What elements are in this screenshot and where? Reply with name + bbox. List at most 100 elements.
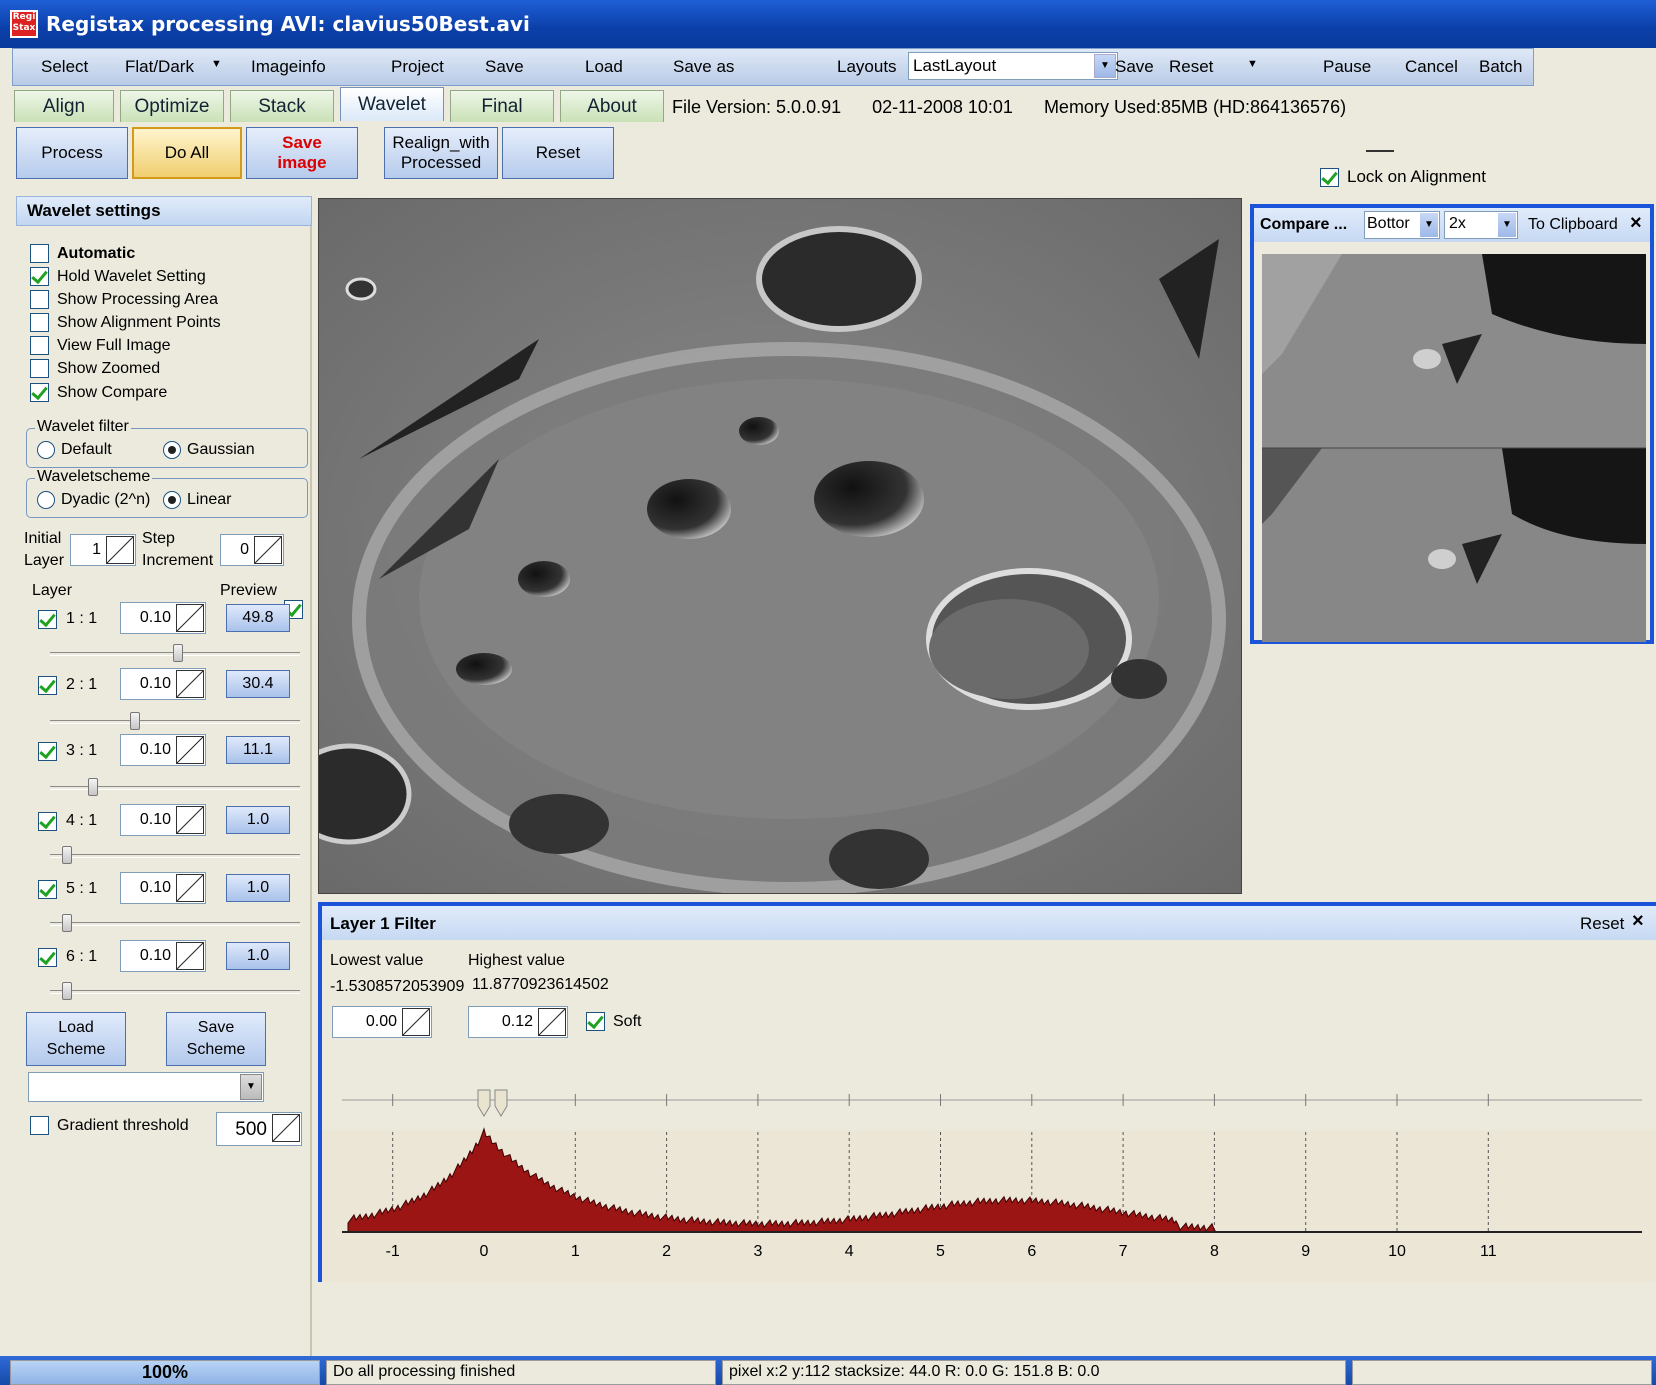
chevron-down-icon[interactable]: ▼ [1498, 213, 1516, 237]
save-image-button[interactable]: Save image [246, 127, 358, 179]
layer-3-slider[interactable] [50, 778, 300, 796]
to-clipboard-button[interactable]: To Clipboard [1528, 216, 1618, 234]
lock-on-alignment-checkbox[interactable]: Lock on Alignment [1320, 167, 1486, 187]
tab-align[interactable]: Align [14, 90, 114, 122]
layer-3-checkbox[interactable] [38, 742, 57, 761]
tab-wavelet[interactable]: Wavelet [340, 87, 444, 121]
tab-optimize[interactable]: Optimize [120, 90, 224, 122]
spin-arrows-icon[interactable] [402, 1008, 430, 1036]
checkbox-icon[interactable] [30, 313, 49, 332]
layer-1-preview-button[interactable]: 49.8 [226, 604, 290, 632]
layouts-combo[interactable]: LastLayout ▼ [908, 52, 1118, 80]
show-compare-checkbox[interactable]: Show Compare [30, 383, 167, 402]
compare-image[interactable] [1262, 254, 1646, 642]
gradient-threshold-checkbox[interactable]: Gradient threshold [30, 1116, 189, 1135]
chevron-down-icon[interactable]: ▼ [1420, 213, 1438, 237]
load-scheme-button[interactable]: Load Scheme [26, 1012, 126, 1066]
low-threshold-spinner[interactable]: 0.00 [332, 1006, 432, 1038]
cancel-button[interactable]: Cancel [1405, 57, 1458, 77]
spin-arrows-icon[interactable] [176, 942, 204, 970]
checkbox-checked-icon[interactable] [30, 383, 49, 402]
soft-checkbox[interactable]: Soft [586, 1012, 641, 1031]
spin-arrows-icon[interactable] [254, 536, 282, 564]
layer-3-strength-spinner[interactable]: 0.10 [120, 734, 206, 766]
show-alignment-points-checkbox[interactable]: Show Alignment Points [30, 313, 221, 332]
high-threshold-spinner[interactable]: 0.12 [468, 1006, 568, 1038]
close-icon[interactable]: × [1632, 910, 1644, 933]
layer-5-slider[interactable] [50, 914, 300, 932]
view-full-image-checkbox[interactable]: View Full Image [30, 336, 171, 355]
slider-thumb[interactable] [61, 914, 72, 932]
flat-dark-dropdown-icon[interactable]: ▼ [211, 58, 222, 70]
radio-selected-icon[interactable] [163, 491, 181, 509]
processed-moon-image[interactable] [318, 198, 1242, 894]
layer-4-preview-button[interactable]: 1.0 [226, 806, 290, 834]
checkbox-icon[interactable] [30, 359, 49, 378]
menu-load[interactable]: Load [585, 57, 623, 77]
layer-4-checkbox[interactable] [38, 812, 57, 831]
reset-button[interactable]: Reset [502, 127, 614, 179]
checkbox-icon[interactable] [30, 290, 49, 309]
checkbox-icon[interactable] [30, 1116, 49, 1135]
spin-arrows-icon[interactable] [176, 806, 204, 834]
layer-2-checkbox[interactable] [38, 676, 57, 695]
gradient-threshold-spinner[interactable]: 500 [216, 1112, 302, 1146]
menu-flat-dark[interactable]: Flat/Dark [125, 57, 194, 77]
do-all-button[interactable]: Do All [132, 127, 242, 179]
compare-position-combo[interactable]: Bottor ▼ [1364, 211, 1440, 239]
process-button[interactable]: Process [16, 127, 128, 179]
spin-arrows-icon[interactable] [106, 536, 134, 564]
layer-6-preview-button[interactable]: 1.0 [226, 942, 290, 970]
menu-save[interactable]: Save [485, 57, 524, 77]
layout-save-button[interactable]: Save [1115, 57, 1154, 77]
menu-project[interactable]: Project [391, 57, 444, 77]
automatic-checkbox[interactable]: Automatic [30, 244, 135, 263]
spin-arrows-icon[interactable] [176, 736, 204, 764]
checkbox-icon[interactable] [30, 244, 49, 263]
tab-stack[interactable]: Stack [230, 90, 334, 122]
radio-selected-icon[interactable] [163, 441, 181, 459]
slider-thumb[interactable] [61, 982, 72, 1000]
hold-wavelet-checkbox[interactable]: Hold Wavelet Setting [30, 267, 206, 286]
layout-reset-button[interactable]: Reset [1169, 57, 1213, 77]
show-zoomed-checkbox[interactable]: Show Zoomed [30, 359, 160, 378]
save-scheme-button[interactable]: Save Scheme [166, 1012, 266, 1066]
pause-button[interactable]: Pause [1323, 57, 1371, 77]
title-bar[interactable]: Regi Stax Registax processing AVI: clavi… [0, 0, 1656, 48]
layer-5-strength-spinner[interactable]: 0.10 [120, 872, 206, 904]
radio-icon[interactable] [37, 491, 55, 509]
slider-thumb[interactable] [87, 778, 98, 796]
spin-arrows-icon[interactable] [176, 874, 204, 902]
initial-layer-spinner[interactable]: 1 [70, 534, 136, 566]
menu-imageinfo[interactable]: Imageinfo [251, 57, 326, 77]
menu-save-as[interactable]: Save as [673, 57, 734, 77]
tab-final[interactable]: Final [450, 90, 554, 122]
layout-dropdown-icon[interactable]: ▼ [1247, 58, 1258, 70]
slider-thumb[interactable] [61, 846, 72, 864]
chevron-down-icon[interactable]: ▼ [1094, 54, 1116, 78]
tab-about[interactable]: About [560, 90, 664, 122]
checkbox-checked-icon[interactable] [586, 1012, 605, 1031]
layer-2-slider[interactable] [50, 712, 300, 730]
layer-6-checkbox[interactable] [38, 948, 57, 967]
close-icon[interactable]: × [1630, 212, 1642, 235]
spin-arrows-icon[interactable] [538, 1008, 566, 1036]
spin-arrows-icon[interactable] [272, 1114, 300, 1142]
filter-gaussian-radio[interactable]: Gaussian [163, 441, 255, 459]
layer-6-strength-spinner[interactable]: 0.10 [120, 940, 206, 972]
step-increment-spinner[interactable]: 0 [220, 534, 284, 566]
layer-4-strength-spinner[interactable]: 0.10 [120, 804, 206, 836]
layer-1-strength-spinner[interactable]: 0.10 [120, 602, 206, 634]
checkbox-checked-icon[interactable] [30, 267, 49, 286]
filter-reset-button[interactable]: Reset [1580, 914, 1624, 934]
histogram-chart[interactable]: -1 0 1 2 3 4 5 6 7 8 9 10 11 [322, 1086, 1656, 1282]
layer-5-preview-button[interactable]: 1.0 [226, 874, 290, 902]
spin-arrows-icon[interactable] [176, 670, 204, 698]
chevron-down-icon[interactable]: ▼ [240, 1074, 262, 1100]
scheme-combo[interactable]: ▼ [28, 1072, 264, 1102]
menu-select[interactable]: Select [41, 57, 88, 77]
spin-arrows-icon[interactable] [176, 604, 204, 632]
checkbox-checked-icon[interactable] [1320, 167, 1339, 187]
slider-thumb[interactable] [172, 644, 183, 662]
layer-2-strength-spinner[interactable]: 0.10 [120, 668, 206, 700]
